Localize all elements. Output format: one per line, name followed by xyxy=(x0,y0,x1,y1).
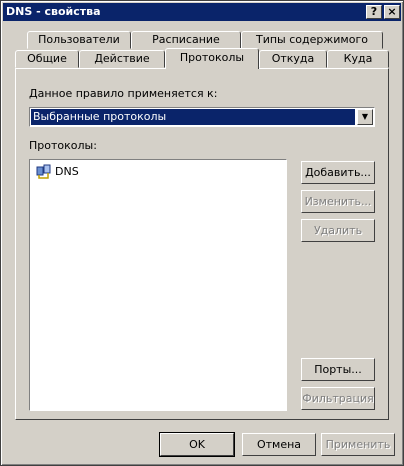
protocol-icon xyxy=(36,164,52,180)
tab-content-types[interactable]: Типы содержимого xyxy=(241,31,383,49)
cancel-button[interactable]: Отмена xyxy=(242,433,316,456)
tab-schedule[interactable]: Расписание xyxy=(131,31,241,49)
title-bar[interactable]: DNS - свойства ? × xyxy=(3,3,401,21)
chevron-down-icon[interactable]: ▼ xyxy=(357,109,373,125)
help-button[interactable]: ? xyxy=(366,5,382,19)
tab-protocols[interactable]: Протоколы xyxy=(165,48,259,69)
delete-button[interactable]: Удалить xyxy=(301,219,375,242)
add-button[interactable]: Добавить... xyxy=(301,161,375,184)
tab-from[interactable]: Откуда xyxy=(259,50,327,68)
tab-action[interactable]: Действие xyxy=(79,50,165,68)
protocol-name: DNS xyxy=(55,165,79,178)
ports-button[interactable]: Порты... xyxy=(301,358,375,381)
rule-label: Данное правило применяется к: xyxy=(29,87,218,100)
ok-button[interactable]: OK xyxy=(159,432,235,457)
filter-button[interactable]: Фильтрация xyxy=(301,387,375,410)
rule-applies-select[interactable]: Выбранные протоколы ▼ xyxy=(29,107,375,127)
window-title: DNS - свойства xyxy=(6,5,101,18)
protocols-label: Протоколы: xyxy=(29,139,97,152)
properties-dialog: DNS - свойства ? × Пользователи Расписан… xyxy=(0,0,404,466)
edit-button[interactable]: Изменить... xyxy=(301,190,375,213)
tab-general[interactable]: Общие xyxy=(15,50,79,68)
tab-users[interactable]: Пользователи xyxy=(27,31,131,49)
tab-to[interactable]: Куда xyxy=(327,50,389,68)
rule-applies-value: Выбранные протоколы xyxy=(31,109,355,125)
close-button[interactable]: × xyxy=(384,5,400,19)
apply-button[interactable]: Применить xyxy=(321,433,395,456)
protocols-list[interactable]: DNS xyxy=(29,159,287,411)
